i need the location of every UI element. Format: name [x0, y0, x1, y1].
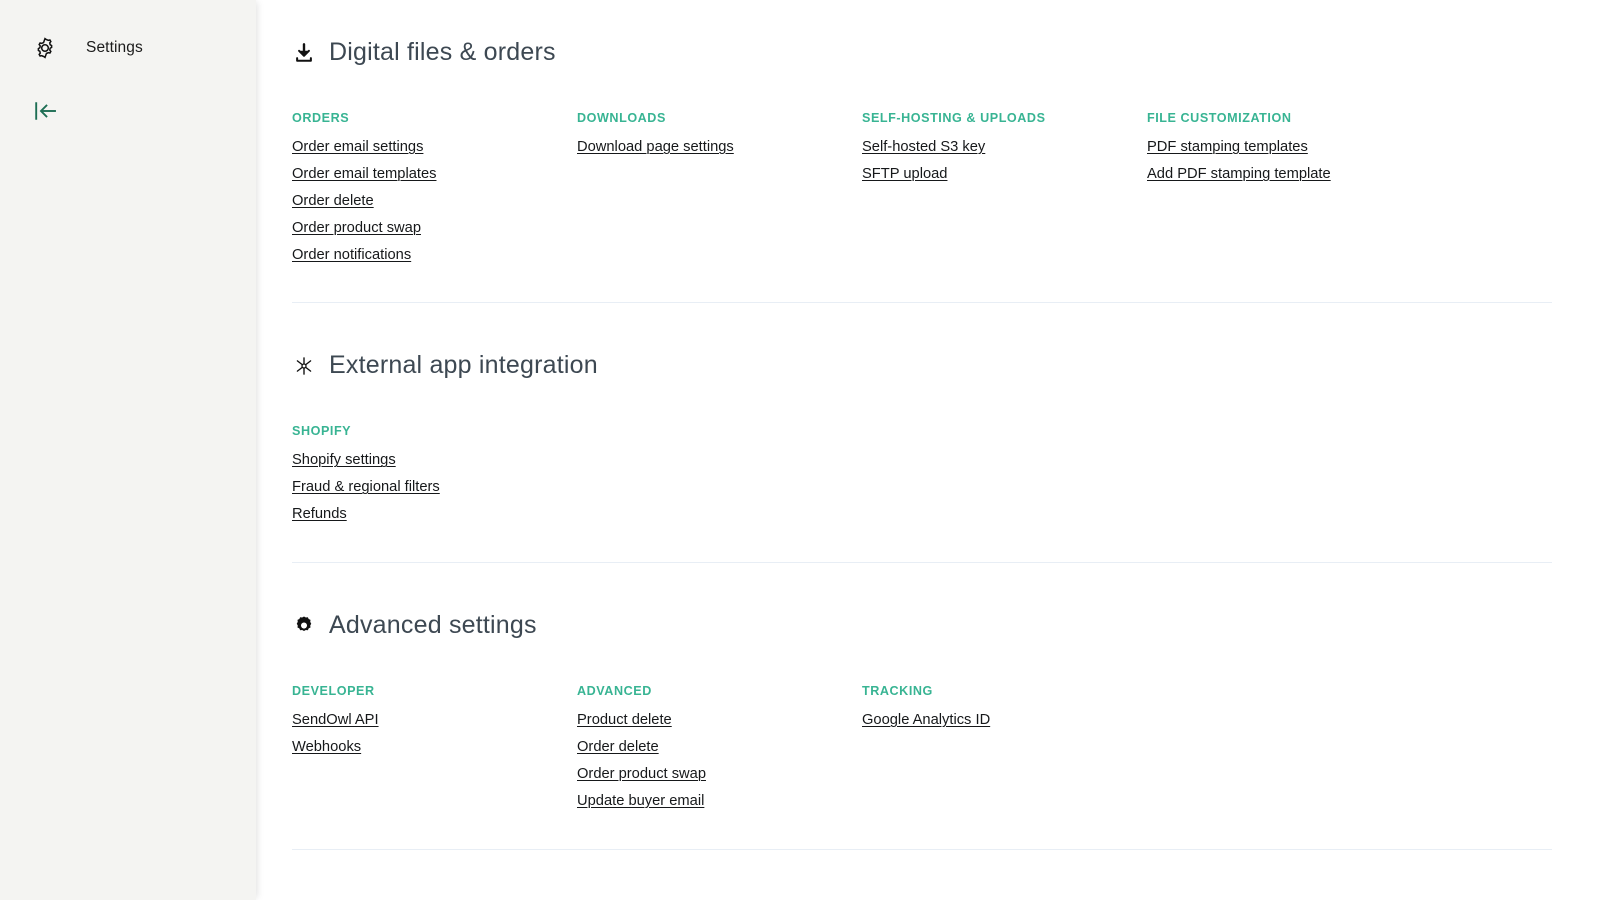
link-pdf-stamping-templates[interactable]: PDF stamping templates	[1147, 138, 1308, 156]
column-downloads: DOWNLOADS Download page settings	[577, 111, 862, 272]
group-digital-files-and-orders: Digital files & orders ORDERS Order emai…	[292, 18, 1552, 302]
link-list: Download page settings	[577, 138, 862, 165]
link-google-analytics-id[interactable]: Google Analytics ID	[862, 711, 990, 729]
link-list: PDF stamping templates Add PDF stamping …	[1147, 138, 1432, 192]
link-sftp-upload[interactable]: SFTP upload	[862, 165, 947, 183]
gear-icon	[32, 35, 58, 61]
column-label: ORDERS	[292, 111, 577, 125]
group-header: Advanced settings	[292, 591, 1552, 660]
group-title: Digital files & orders	[329, 39, 556, 67]
column-label: SHOPIFY	[292, 424, 577, 438]
column-label: TRACKING	[862, 684, 1147, 698]
settings-page: Settings	[0, 0, 1600, 900]
link-order-product-swap[interactable]: Order product swap	[577, 765, 706, 783]
link-order-email-settings[interactable]: Order email settings	[292, 138, 423, 156]
column-tracking: TRACKING Google Analytics ID	[862, 684, 1147, 819]
column-orders: ORDERS Order email settings Order email …	[292, 111, 577, 272]
main-content: Digital files & orders ORDERS Order emai…	[256, 0, 1600, 900]
link-list: Order email settings Order email templat…	[292, 138, 577, 272]
link-refunds[interactable]: Refunds	[292, 505, 347, 523]
link-order-email-templates[interactable]: Order email templates	[292, 165, 436, 183]
link-fraud-and-regional-filters[interactable]: Fraud & regional filters	[292, 478, 440, 496]
link-add-pdf-stamping-template[interactable]: Add PDF stamping template	[1147, 165, 1331, 183]
group-header: Support	[292, 878, 1552, 900]
link-list: Self-hosted S3 key SFTP upload	[862, 138, 1147, 192]
link-download-page-settings[interactable]: Download page settings	[577, 138, 734, 156]
link-order-delete[interactable]: Order delete	[577, 738, 659, 756]
column-label: DEVELOPER	[292, 684, 577, 698]
group-header: External app integration	[292, 331, 1552, 400]
link-list: Product delete Order delete Order produc…	[577, 711, 862, 819]
link-list: Google Analytics ID	[862, 711, 1147, 738]
column-developer: DEVELOPER SendOwl API Webhooks	[292, 684, 577, 819]
download-icon	[292, 41, 316, 65]
link-self-hosted-s3-key[interactable]: Self-hosted S3 key	[862, 138, 985, 156]
column-file-customization: FILE CUSTOMIZATION PDF stamping template…	[1147, 111, 1432, 272]
group-advanced-settings: Advanced settings DEVELOPER SendOwl API …	[292, 562, 1552, 849]
link-webhooks[interactable]: Webhooks	[292, 738, 361, 756]
column-label: DOWNLOADS	[577, 111, 862, 125]
link-order-product-swap[interactable]: Order product swap	[292, 219, 421, 237]
group-columns: SHOPIFY Shopify settings Fraud & regiona…	[292, 424, 1552, 532]
link-product-delete[interactable]: Product delete	[577, 711, 672, 729]
collapse-sidebar-arrow-icon	[33, 99, 59, 128]
group-header: Digital files & orders	[292, 18, 1552, 87]
link-list: SendOwl API Webhooks	[292, 711, 577, 765]
sidebar-item-label: Settings	[86, 39, 143, 57]
link-order-delete[interactable]: Order delete	[292, 192, 374, 210]
group-columns: DEVELOPER SendOwl API Webhooks ADVANCED …	[292, 684, 1552, 819]
reference-mark-icon	[292, 354, 316, 378]
column-label: ADVANCED	[577, 684, 862, 698]
sidebar: Settings	[0, 0, 256, 900]
link-shopify-settings[interactable]: Shopify settings	[292, 451, 396, 469]
column-label: FILE CUSTOMIZATION	[1147, 111, 1432, 125]
column-shopify: SHOPIFY Shopify settings Fraud & regiona…	[292, 424, 577, 532]
cog-filled-icon	[292, 614, 316, 638]
sidebar-item-settings[interactable]: Settings	[0, 27, 256, 69]
group-title: External app integration	[329, 352, 598, 380]
link-list: Shopify settings Fraud & regional filter…	[292, 451, 577, 532]
link-update-buyer-email[interactable]: Update buyer email	[577, 792, 704, 810]
group-support: Support LINKS Help site API docs Contact	[292, 849, 1552, 900]
group-columns: ORDERS Order email settings Order email …	[292, 111, 1552, 272]
collapse-sidebar-button[interactable]	[0, 97, 256, 129]
column-self-hosting-and-uploads: SELF-HOSTING & UPLOADS Self-hosted S3 ke…	[862, 111, 1147, 272]
settings-groups: Digital files & orders ORDERS Order emai…	[292, 0, 1552, 900]
group-external-app-integration: External app integration SHOPIFY Shopify…	[292, 302, 1552, 562]
link-sendowl-api[interactable]: SendOwl API	[292, 711, 379, 729]
group-title: Advanced settings	[329, 612, 537, 640]
column-advanced: ADVANCED Product delete Order delete Ord…	[577, 684, 862, 819]
column-label: SELF-HOSTING & UPLOADS	[862, 111, 1147, 125]
link-order-notifications[interactable]: Order notifications	[292, 246, 411, 264]
